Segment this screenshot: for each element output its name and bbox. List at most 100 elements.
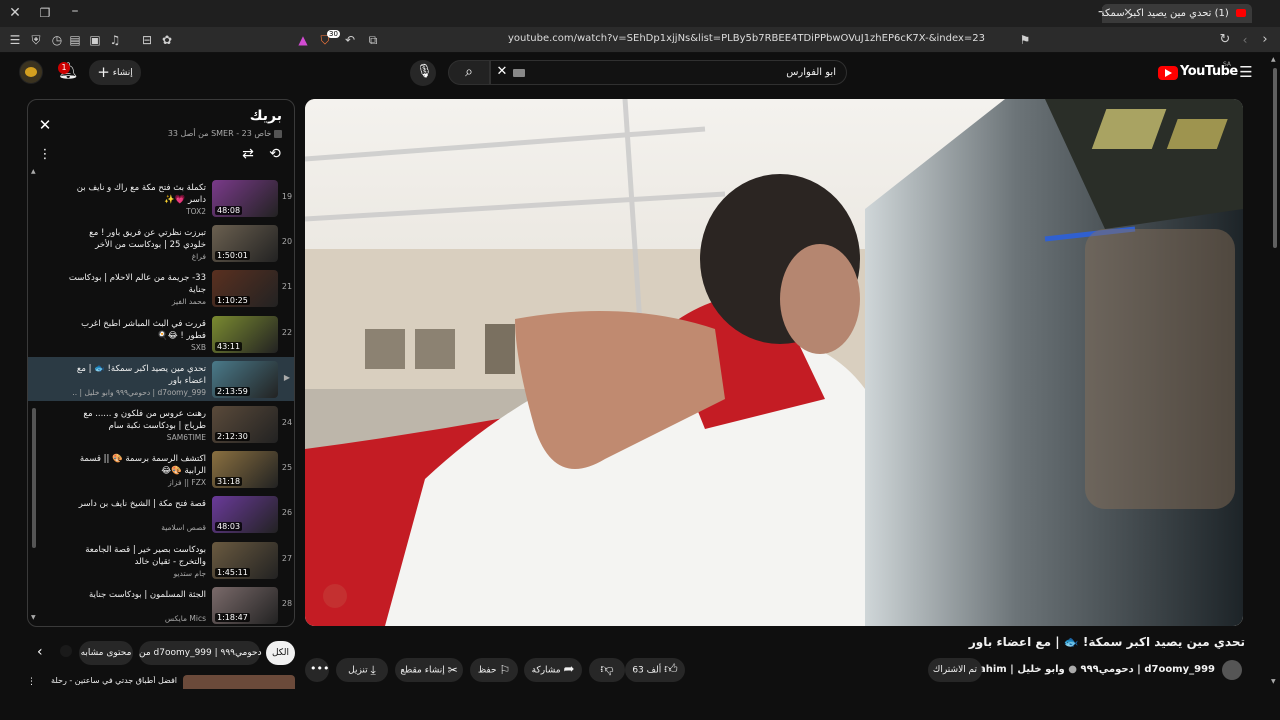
close-tab-icon[interactable]: ✕	[1122, 6, 1134, 20]
playlist-item[interactable]: 21 1:10:25 33- جريمة من عالم الاحلام | بود…	[28, 266, 294, 311]
reader-icon[interactable]: ⊟	[140, 33, 154, 47]
dislike-button[interactable]: 👎︎	[589, 658, 625, 682]
playlist-item-title-text: قررت في البث المباشر اطبخ اغرب فطور !	[81, 319, 206, 341]
forward-icon[interactable]: ›	[1258, 33, 1272, 47]
scroll-up-icon[interactable]: ▲	[31, 168, 36, 175]
close-window-icon[interactable]: ✕	[8, 6, 22, 20]
playlist-item-title: تحدي مين يصيد اكبر سمكة! 🐟 | مع اعضاء با…	[68, 363, 206, 387]
screenshot-icon[interactable]: ⧉	[366, 33, 380, 47]
channel-avatar[interactable]	[1222, 660, 1242, 680]
playlist-item-thumbnail[interactable]: 2:13:59	[212, 361, 278, 398]
shield-icon[interactable]: ⛨	[29, 33, 43, 47]
playlist-item-channel: فراغ	[191, 252, 206, 261]
thumbs-up-icon: 👍︎	[664, 662, 678, 677]
playlist-item-channel: محمد الفيز	[171, 297, 206, 306]
playlist-item[interactable]: 20 1:50:01 تبرزت نظرتي عن فريق باور ! مع خ…	[28, 221, 294, 266]
clear-search-icon[interactable]: ✕	[495, 65, 509, 79]
chips-next-arrow[interactable]: ‹	[37, 641, 47, 660]
reload-icon[interactable]: ↻	[1218, 33, 1232, 47]
playlist-item-title-text: تكملة بث فتح مكة مع راك و نايف بن داسر	[76, 183, 206, 205]
restore-window-icon[interactable]: ❐	[38, 6, 52, 20]
playlist-item[interactable]: 27 1:45:11 بودكاست بصير خير | قصة الجامعة …	[28, 538, 294, 583]
create-button[interactable]: + إنشاء	[89, 60, 141, 85]
share-button[interactable]: مشاركة ➦	[524, 658, 582, 682]
more-options-icon[interactable]: ⋮	[27, 677, 36, 687]
sidebar-icon[interactable]: ▣	[88, 33, 102, 47]
playlist-item[interactable]: 19 48:08 تكملة بث فتح مكة مع راك و نايف بن…	[28, 176, 294, 221]
playlist-item-index: 20	[281, 237, 293, 246]
playlist-item-thumbnail[interactable]: 31:18	[212, 451, 278, 488]
playlist-item-thumbnail[interactable]: 1:18:47	[212, 587, 278, 624]
playlist-item-channel: TOX2	[186, 207, 206, 216]
back-icon[interactable]: ‹	[1238, 33, 1252, 47]
playlist-item-index: 24	[281, 418, 293, 427]
playlist-owner[interactable]: SMER	[211, 129, 234, 138]
youtube-logo[interactable]: YouTube SA	[1158, 61, 1238, 84]
playlist-item-emoji: 💗✨	[164, 195, 186, 205]
save-button[interactable]: حفظ ⚐	[470, 658, 518, 682]
playlist-item[interactable]: ▶ 2:13:59 تحدي مين يصيد اكبر سمكة! 🐟 | مع …	[28, 357, 294, 401]
scroll-down-icon[interactable]: ▼	[1271, 678, 1276, 685]
aria-icon[interactable]: ▲	[297, 33, 309, 47]
playlist-item-thumbnail[interactable]: 43:11	[212, 316, 278, 353]
playlist-item-thumbnail[interactable]: 2:12:30	[212, 406, 278, 443]
next-video-row[interactable]: ⋮ افضل أطباق جدتي في ساعتين - رحلة طهي م…	[27, 675, 295, 689]
hamburger-menu-icon[interactable]: ☰	[1238, 65, 1254, 80]
loop-icon[interactable]: ⟲	[266, 147, 284, 161]
scroll-up-icon[interactable]: ▲	[1271, 56, 1276, 63]
playlist-item-thumbnail[interactable]: 48:08	[212, 180, 278, 217]
subscribe-button[interactable]: تم الاشتراك	[928, 658, 982, 682]
more-options-icon[interactable]: ⋮	[37, 148, 53, 162]
playlist-item-thumbnail[interactable]: 1:50:01	[212, 225, 278, 262]
like-button[interactable]: 63 ألف 👍︎	[625, 658, 685, 682]
tabs-icon[interactable]: ▤	[68, 33, 82, 47]
chip-related[interactable]: محتوى مشابه	[79, 641, 133, 665]
rewind-icon[interactable]: ↶	[343, 33, 357, 47]
download-button[interactable]: تنزيل ⤓	[336, 658, 388, 682]
bookmark-icon[interactable]: ⚑	[1018, 33, 1032, 47]
channel-info[interactable]: d7oomy_999 | دحومي٩٩٩ ● وابو خليل | Ibra…	[951, 664, 1215, 675]
playlist-item[interactable]: 22 43:11 قررت في البث المباشر اطبخ اغرب فط…	[28, 312, 294, 357]
playlist-item-title: بودكاست بصير خير | قصة الجامعة والتخرج -…	[68, 544, 206, 568]
playlist-item-channel: SXB	[190, 343, 206, 352]
minimize-window-icon[interactable]: –	[68, 4, 82, 18]
plus-icon: +	[97, 63, 110, 81]
scrollbar-thumb[interactable]	[1273, 68, 1277, 248]
playlist-item[interactable]: 28 1:18:47 الجثة المسلمون | بودكاست جناية …	[28, 583, 294, 626]
voice-search-button[interactable]: 🎙︎	[410, 60, 436, 86]
video-player[interactable]	[305, 99, 1243, 626]
playlist-privacy: خاص	[254, 129, 272, 138]
playlist-item-index: 21	[281, 282, 293, 291]
search-button[interactable]: ⌕	[448, 60, 490, 85]
music-icon[interactable]: ♫	[108, 33, 122, 47]
page-scrollbar[interactable]: ▲ ▼	[1270, 54, 1280, 720]
extensions-icon[interactable]: ✿	[160, 33, 174, 47]
chip-from-channel[interactable]: من d7oomy_999 | دحومي٩٩٩	[139, 641, 262, 665]
playlist-item-channel: Mics مايكس	[164, 614, 206, 623]
close-playlist-icon[interactable]: ✕	[37, 118, 53, 133]
playlist-item-thumbnail[interactable]: 1:45:11	[212, 542, 278, 579]
playlist-item-title: 33- جريمة من عالم الاحلام | بودكاست جناي…	[68, 272, 206, 296]
more-actions-button[interactable]: •••	[305, 658, 329, 682]
chips-scroll-shadow	[60, 645, 72, 657]
menu-icon[interactable]: ☰	[8, 33, 22, 47]
playlist-item-title-text: تحدي مين يصيد اكبر سمكة! 🐟 | مع اعضاء با…	[76, 364, 206, 386]
history-icon[interactable]: ◷	[50, 33, 64, 47]
playlist-item-index: 19	[281, 192, 293, 201]
shuffle-icon[interactable]: ⇄	[240, 147, 256, 161]
playlist-item-title-text: الجثة المسلمون | بودكاست جناية	[88, 590, 206, 600]
search-input[interactable]: ✕ ابو الفوارس	[490, 60, 847, 85]
playlist-item[interactable]: 24 2:12:30 رهنت عروس من فلكون و ...... مع …	[28, 402, 294, 447]
chip-all[interactable]: الكل	[266, 641, 295, 665]
download-icon: ⤓	[370, 663, 376, 677]
playlist-item-thumbnail[interactable]: 1:10:25	[212, 270, 278, 307]
playlist-item[interactable]: 25 31:18 اكتشف الرسمة برسمة 🎨 || قسمة الرا…	[28, 447, 294, 492]
duration-badge: 2:13:59	[215, 387, 250, 396]
keyboard-icon[interactable]	[513, 69, 525, 77]
clip-button[interactable]: إنشاء مقطع ✂	[395, 658, 463, 682]
playlist-item-thumbnail[interactable]: 48:03	[212, 496, 278, 533]
avatar[interactable]	[19, 60, 43, 84]
channel-name[interactable]: d7oomy_999 | دحومي٩٩٩	[1080, 664, 1215, 675]
playlist-item[interactable]: 26 48:03 قصة فتح مكة | الشيخ نايف بن داسر …	[28, 492, 294, 537]
address-bar[interactable]: youtube.com/watch?v=SEhDp1xjjNs&list=PLB…	[445, 33, 985, 44]
